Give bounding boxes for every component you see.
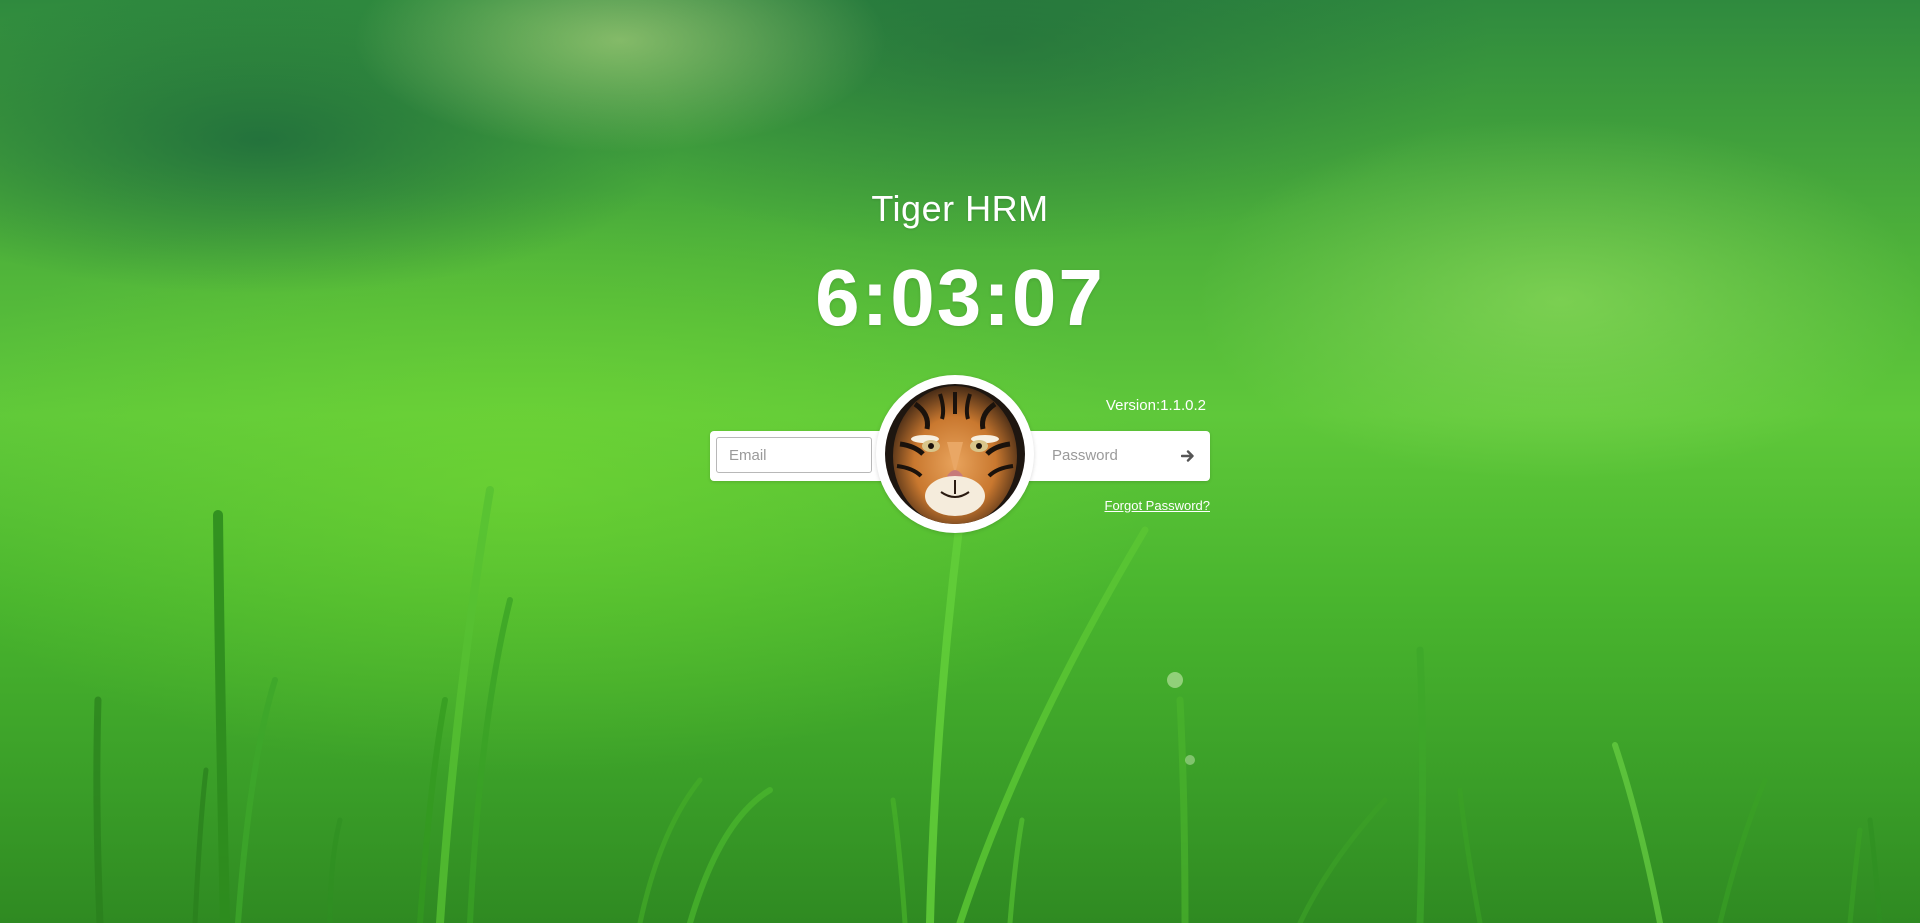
tiger-avatar [885,384,1025,524]
version-label: Version:1.1.0.2 [1105,397,1206,414]
clock-display: 6:03:07 [815,253,1105,342]
forgot-password-link[interactable]: Forgot Password? [1080,498,1211,513]
app-title: Tiger HRM [871,188,1049,229]
login-submit-button[interactable] [1172,439,1204,473]
avatar-frame [876,375,1034,533]
password-input[interactable] [1040,437,1170,473]
email-input[interactable] [716,437,872,473]
tiger-face-icon [885,384,1025,524]
arrow-right-icon [1181,450,1194,462]
